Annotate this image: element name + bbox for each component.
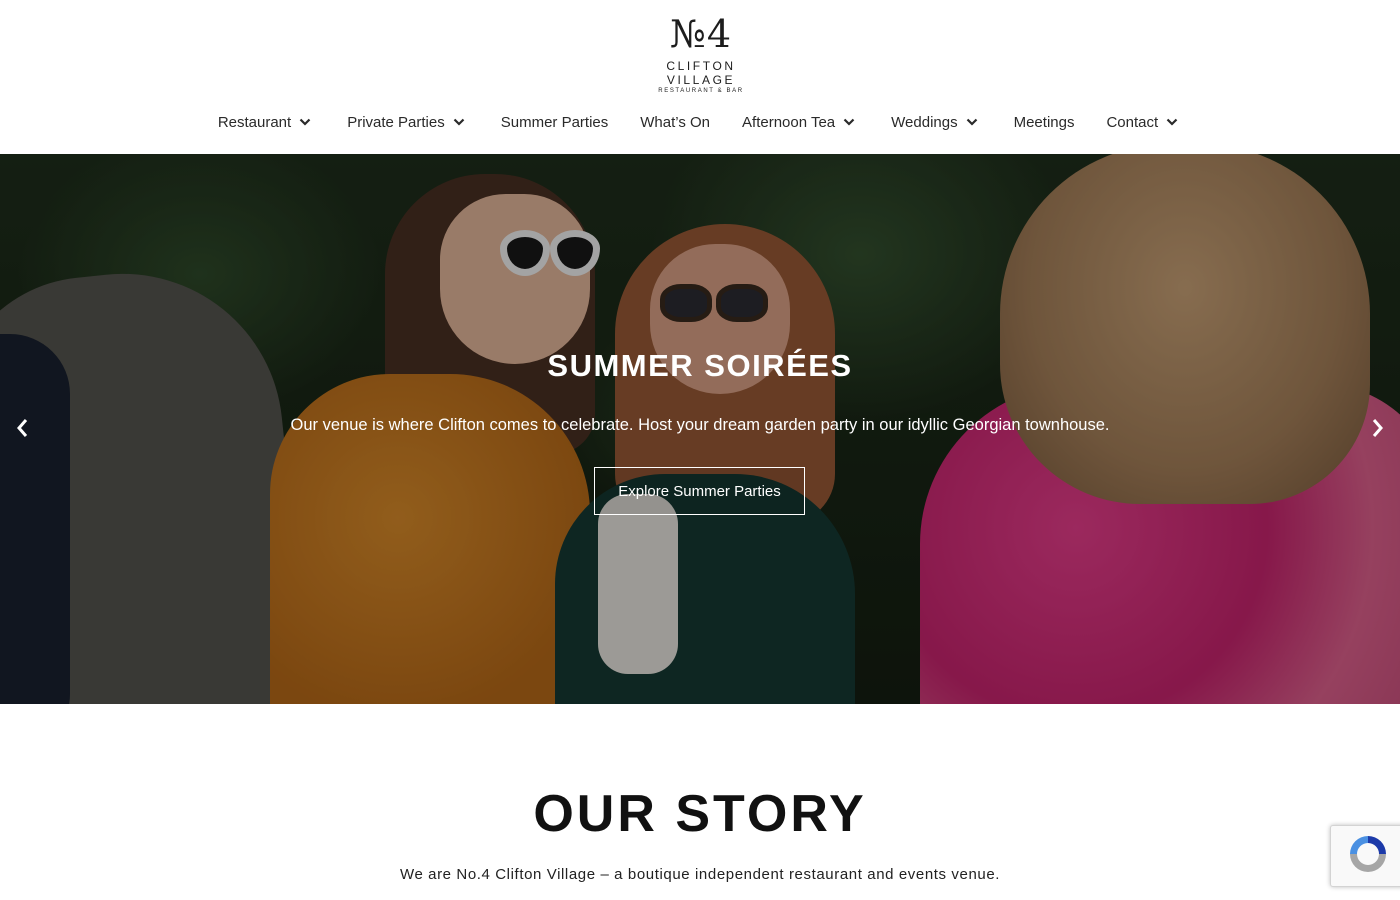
hero-text: Our venue is where Clifton comes to cele… [290,416,1110,434]
chevron-down-icon [966,114,982,130]
explore-summer-parties-button[interactable]: Explore Summer Parties [594,467,805,515]
chevron-down-icon [299,114,315,130]
hero-slider: SUMMER SOIRÉES Our venue is where Clifto… [0,154,1400,704]
chevron-down-icon [453,114,469,130]
chevron-right-icon [1371,417,1385,444]
recaptcha-badge[interactable] [1330,825,1400,887]
nav-item-label: Weddings [891,113,958,131]
chevron-down-icon [843,114,859,130]
site-header: №4 CLIFTON VILLAGE RESTAURANT & BAR Rest… [0,0,1400,154]
slider-prev-button[interactable] [10,416,34,444]
nav-item-label: Meetings [1013,113,1075,131]
nav-item-whats-on[interactable]: What’s On [624,104,726,140]
nav-item-label: Private Parties [347,113,445,131]
nav-item-private-parties[interactable]: Private Parties [331,104,485,140]
logo-subtitle: RESTAURANT & BAR [658,88,744,94]
logo-mark: №4 [669,12,733,56]
nav-item-label: Summer Parties [500,113,609,131]
our-story-heading: OUR STORY [533,785,867,843]
nav-item-afternoon-tea[interactable]: Afternoon Tea [726,104,875,140]
nav-item-meetings[interactable]: Meetings [998,104,1091,140]
main-nav: Restaurant Private Parties Summer Partie… [0,104,1400,140]
nav-item-label: Restaurant [217,113,292,131]
chevron-left-icon [15,417,29,444]
nav-item-contact[interactable]: Contact [1090,104,1198,140]
nav-item-restaurant[interactable]: Restaurant [202,104,331,140]
recaptcha-icon [1346,832,1390,881]
chevron-down-icon [1166,114,1182,130]
hero-title: SUMMER SOIRÉES [547,348,853,383]
nav-item-label: Contact [1106,113,1159,131]
nav-item-weddings[interactable]: Weddings [875,104,997,140]
site-logo[interactable]: №4 CLIFTON VILLAGE RESTAURANT & BAR [630,12,772,94]
logo-name: CLIFTON VILLAGE [666,59,736,87]
our-story-text: We are No.4 Clifton Village – a boutique… [399,866,1001,883]
nav-item-label: What’s On [640,113,711,131]
nav-item-label: Afternoon Tea [742,113,836,131]
nav-item-summer-parties[interactable]: Summer Parties [485,104,625,140]
slider-next-button[interactable] [1366,416,1390,444]
